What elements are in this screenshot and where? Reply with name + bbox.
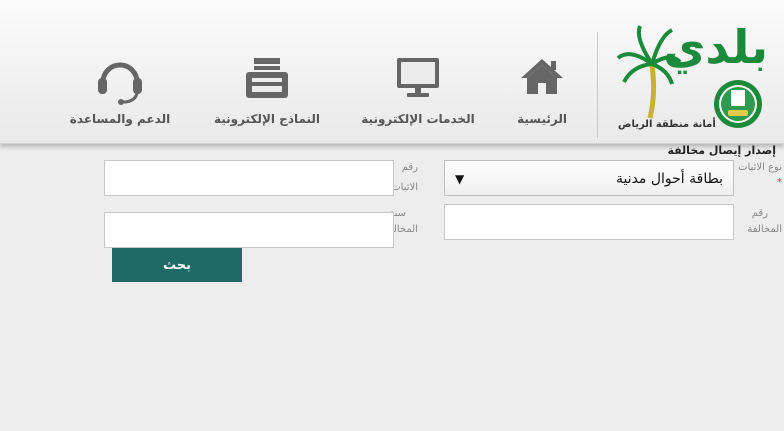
baladi-logo[interactable]: بلدي أمانة منطقة الرياض: [610, 18, 770, 138]
nav-eservices-label: الخدمات الإلكترونية: [361, 112, 475, 126]
form-title: إصدار إيصال مخالفة: [667, 144, 776, 157]
header: بلدي أمانة منطقة الرياض الرئيسية الخدمات…: [0, 0, 784, 144]
nav-support-label: الدعم والمساعدة: [69, 112, 171, 126]
nav-home-label: الرئيسية: [517, 112, 567, 126]
nav-eservices[interactable]: الخدمات الإلكترونية: [350, 56, 486, 136]
logo-caption: أمانة منطقة الرياض: [618, 119, 716, 130]
nav-support[interactable]: الدعم والمساعدة: [52, 56, 188, 136]
header-divider: [597, 32, 598, 138]
nav-eforms-label: النماذج الإلكترونية: [213, 112, 321, 126]
violation-receipt-form: إصدار إيصال مخالفة نوع الاثبات * بطاقة أ…: [0, 144, 784, 431]
search-button[interactable]: بحث: [112, 248, 242, 282]
nav-eforms[interactable]: النماذج الإلكترونية: [202, 56, 332, 136]
violation-number-label: رقم المخالفة: [747, 208, 782, 235]
printer-icon: [246, 58, 288, 98]
proof-type-select[interactable]: بطاقة أحوال مدنية ▼: [444, 160, 734, 196]
logo-text: بلدي: [663, 20, 768, 74]
proof-number-input[interactable]: [104, 160, 394, 196]
violation-number-input[interactable]: [444, 204, 734, 240]
violation-year-input[interactable]: [104, 212, 394, 248]
required-mark: *: [777, 177, 782, 188]
nav-home[interactable]: الرئيسية: [500, 56, 584, 136]
home-icon: [521, 59, 563, 94]
proof-type-value: بطاقة أحوال مدنية: [615, 171, 723, 187]
proof-type-label: نوع الاثبات *: [738, 162, 782, 188]
chevron-down-icon: ▼: [455, 172, 465, 186]
headset-icon: [98, 62, 142, 105]
monitor-icon: [397, 58, 439, 97]
